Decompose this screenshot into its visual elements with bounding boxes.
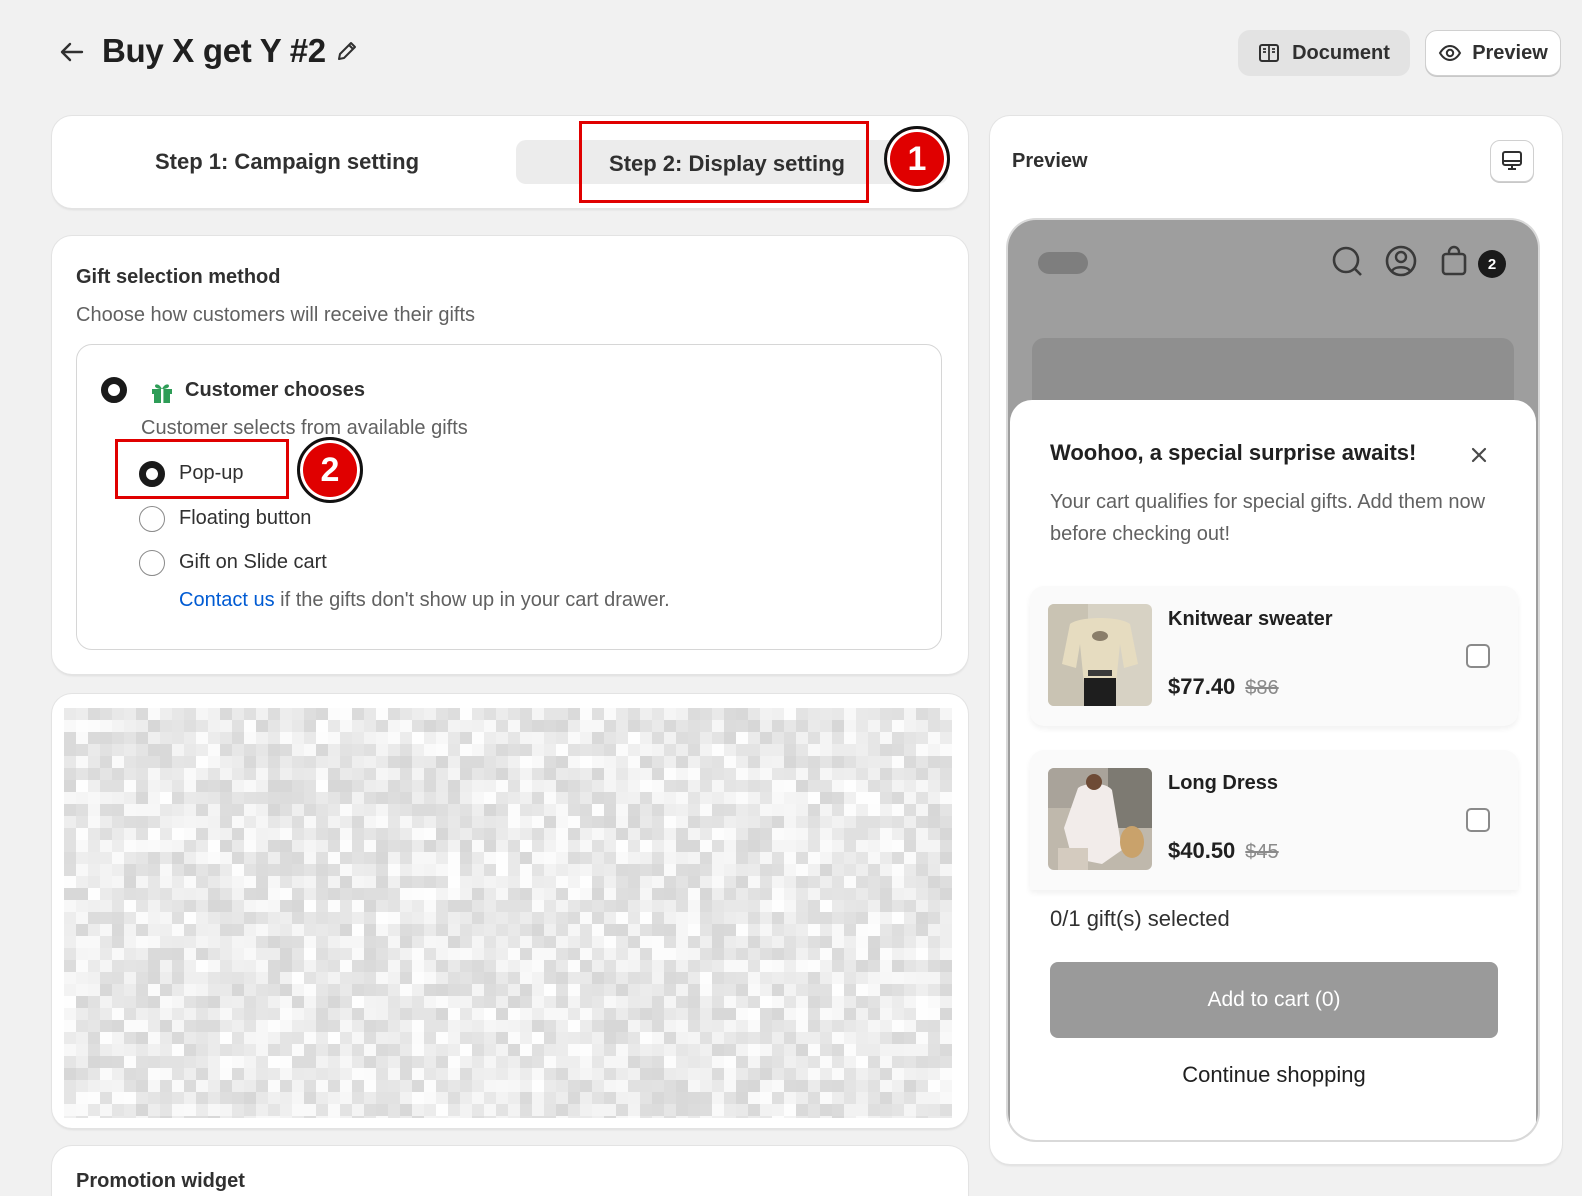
page-title: Buy X get Y #2 <box>102 32 326 69</box>
device-toggle-button[interactable] <box>1490 140 1534 182</box>
popup-description: Your cart qualifies for special gifts. A… <box>1050 491 1486 545</box>
customer-chooses-option-box: Customer chooses Customer selects from a… <box>76 344 942 650</box>
annotation-box-popup <box>115 439 289 499</box>
preview-panel: Preview 2 Woohoo, a special surprise awa… <box>990 116 1562 1164</box>
gift-on-slide-cart-radio[interactable] <box>139 550 165 576</box>
preview-button[interactable]: Preview <box>1425 30 1561 76</box>
annotation-badge-2: 2 <box>297 437 363 503</box>
promotion-widget-title: Promotion widget <box>76 1170 245 1192</box>
product-price: $40.50 $45 <box>1168 838 1279 864</box>
page-header: Buy X get Y #2 Document Preview <box>0 0 1582 108</box>
add-to-cart-button[interactable]: Add to cart (0) <box>1050 962 1498 1038</box>
gift-icon <box>152 384 172 403</box>
customer-chooses-description: Customer selects from available gifts <box>141 417 468 439</box>
customer-chooses-label: Customer chooses <box>185 379 366 401</box>
product-name: Knitwear sweater <box>1168 608 1333 630</box>
document-button-label: Document <box>1292 41 1390 64</box>
tab-campaign-setting[interactable]: Step 1: Campaign setting <box>52 136 522 188</box>
annotation-box-step2 <box>579 121 869 203</box>
product-checkbox[interactable] <box>1466 808 1490 832</box>
gift-product-card: Knitwear sweater $77.40 $86 <box>1030 586 1518 726</box>
floating-button-label: Floating button <box>179 507 312 529</box>
gift-selected-count: 0/1 gift(s) selected <box>1050 906 1230 931</box>
annotation-badge-1: 1 <box>884 126 950 192</box>
account-icon <box>1385 245 1417 277</box>
gift-popup: Woohoo, a special surprise awaits! Your … <box>1010 400 1536 1140</box>
long-dress-image <box>1048 768 1152 870</box>
gift-selection-card: Gift selection method Choose how custome… <box>52 236 968 674</box>
product-compare-price: $86 <box>1245 677 1279 699</box>
product-checkbox[interactable] <box>1466 644 1490 668</box>
blurred-content <box>64 708 952 1118</box>
continue-shopping-link[interactable]: Continue shopping <box>1050 1062 1498 1088</box>
arrow-left-icon[interactable] <box>58 38 86 66</box>
product-sale-price: $77.40 <box>1168 674 1236 699</box>
contact-hint: Contact us if the gifts don't show up in… <box>179 589 670 612</box>
cart-count-badge: 2 <box>1478 250 1506 278</box>
preview-panel-title: Preview <box>1012 150 1088 172</box>
gift-on-slide-cart-label: Gift on Slide cart <box>179 551 327 573</box>
contact-hint-text: if the gifts don't show up in your cart … <box>274 589 670 611</box>
desktop-icon <box>1502 151 1522 170</box>
book-icon <box>1259 44 1280 62</box>
knitwear-sweater-image <box>1048 604 1152 706</box>
close-icon[interactable] <box>1468 444 1490 466</box>
document-button[interactable]: Document <box>1238 30 1410 76</box>
storefront-preview: 2 Woohoo, a special surprise awaits! You… <box>1008 220 1538 1140</box>
eye-icon <box>1439 44 1462 62</box>
store-logo <box>1038 252 1088 274</box>
cart-icon <box>1441 245 1467 276</box>
contact-us-link[interactable]: Contact us <box>179 589 275 611</box>
gift-selection-title: Gift selection method <box>76 266 281 288</box>
product-compare-price: $45 <box>1245 841 1279 863</box>
pencil-icon[interactable] <box>334 38 360 64</box>
promotion-widget-card: Promotion widget <box>52 1146 968 1196</box>
floating-button-radio[interactable] <box>139 506 165 532</box>
customer-chooses-radio[interactable] <box>101 377 127 403</box>
gift-selection-description: Choose how customers will receive their … <box>76 304 476 326</box>
steps-card: Step 1: Campaign setting Step 2: Display… <box>52 116 968 208</box>
product-price: $77.40 $86 <box>1168 674 1279 700</box>
product-sale-price: $40.50 <box>1168 838 1236 863</box>
gift-product-card: Long Dress $40.50 $45 <box>1030 750 1518 890</box>
popup-title: Woohoo, a special surprise awaits! <box>1050 440 1417 465</box>
product-name: Long Dress <box>1168 772 1279 794</box>
preview-button-label: Preview <box>1472 41 1548 64</box>
blurred-settings-card <box>52 694 968 1128</box>
search-icon <box>1332 246 1362 276</box>
